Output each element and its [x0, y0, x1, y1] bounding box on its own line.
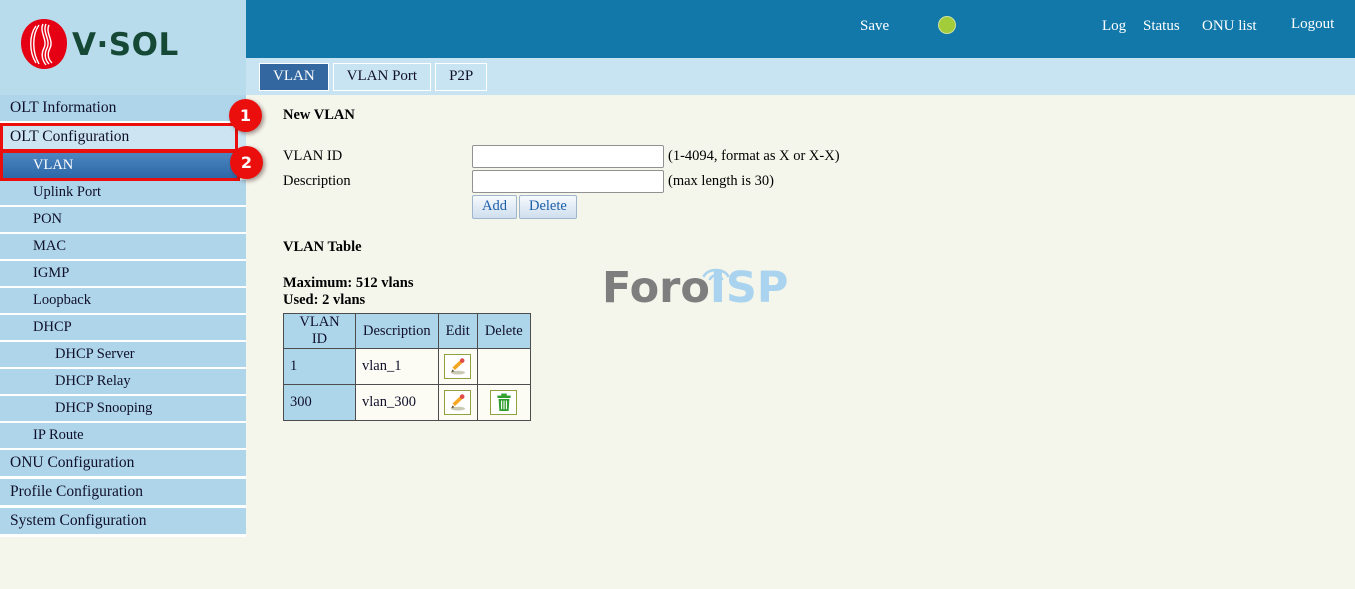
vlan-counts: Maximum: 512 vlans Used: 2 vlans: [283, 275, 1355, 309]
column-header-delete: Delete: [476, 313, 531, 349]
logout-button[interactable]: Logout: [1291, 16, 1334, 33]
pencil-icon: [447, 358, 469, 380]
sidebar-item-ip-route[interactable]: IP Route: [0, 423, 246, 448]
description-cell: vlan_300: [355, 384, 439, 421]
vlan-maximum-label: Maximum: 512 vlans: [283, 275, 414, 291]
sidebar-item-igmp[interactable]: IGMP: [0, 261, 246, 286]
vlan-id-hint: (1-4094, format as X or X-X): [668, 148, 840, 164]
sidebar-item-mac[interactable]: MAC: [0, 234, 246, 259]
edit-vlan-button[interactable]: [444, 354, 472, 380]
sidebar-item-onu-configuration[interactable]: ONU Configuration: [0, 450, 246, 476]
sidebar-nav: OLT Information OLT Configuration VLAN U…: [0, 95, 246, 537]
sidebar-item-olt-information[interactable]: OLT Information: [0, 95, 246, 121]
vlan-used-label: Used: 2 vlans: [283, 292, 366, 308]
brand-name: V·SOL: [72, 27, 179, 63]
pencil-icon: [447, 394, 469, 416]
vlan-id-cell: 300: [283, 384, 356, 421]
edit-cell: [437, 348, 478, 385]
vlan-id-label: VLAN ID: [283, 148, 343, 164]
trash-icon: [493, 393, 515, 416]
status-indicator-dot: [938, 16, 956, 34]
save-button[interactable]: Save: [860, 18, 889, 35]
tab-vlan-port[interactable]: VLAN Port: [332, 63, 432, 91]
main-content: New VLAN VLAN ID (1-4094, format as X or…: [246, 95, 1355, 589]
logo-panel: V·SOL: [0, 0, 246, 95]
add-button[interactable]: Add: [472, 195, 517, 219]
log-link[interactable]: Log: [1102, 18, 1126, 35]
sidebar-item-system-configuration[interactable]: System Configuration: [0, 508, 246, 534]
sidebar-item-dhcp-server[interactable]: DHCP Server: [0, 342, 246, 367]
edit-vlan-button[interactable]: [444, 390, 472, 416]
column-header-edit: Edit: [437, 313, 478, 349]
delete-button[interactable]: Delete: [518, 195, 577, 219]
onu-list-link[interactable]: ONU list: [1202, 18, 1257, 35]
annotation-step-2-badge: 2: [230, 146, 263, 179]
sidebar-item-loopback[interactable]: Loopback: [0, 288, 246, 313]
tab-p2p[interactable]: P2P: [435, 63, 488, 91]
description-input[interactable]: [472, 170, 664, 193]
vlan-table-title: VLAN Table: [283, 239, 362, 255]
column-header-description: Description: [355, 313, 439, 349]
sidebar-item-dhcp[interactable]: DHCP: [0, 315, 246, 340]
sidebar-item-vlan[interactable]: VLAN: [0, 153, 246, 178]
topbar: Save Log Status ONU list Logout: [246, 0, 1355, 58]
annotation-step-1-badge: 1: [229, 99, 262, 132]
new-vlan-form: VLAN ID (1-4094, format as X or X-X) Des…: [283, 144, 1355, 219]
vsol-logo-icon: [19, 18, 69, 75]
tab-strip: VLAN VLAN Port P2P: [246, 58, 1355, 95]
vlan-id-input[interactable]: [472, 145, 664, 168]
delete-cell: [476, 348, 531, 385]
vlan-table: VLAN ID Description Edit Delete 1 vlan_1 30: [283, 313, 531, 421]
new-vlan-title: New VLAN: [283, 107, 355, 123]
edit-cell: [437, 384, 478, 421]
vlan-id-cell: 1: [283, 348, 356, 385]
table-row: 1 vlan_1: [283, 348, 531, 385]
description-label: Description: [283, 173, 351, 189]
column-header-vlan-id: VLAN ID: [283, 313, 356, 349]
delete-vlan-button[interactable]: [490, 390, 518, 416]
sidebar-item-profile-configuration[interactable]: Profile Configuration: [0, 479, 246, 505]
table-row: 300 vlan_300: [283, 384, 531, 421]
sidebar-item-olt-configuration[interactable]: OLT Configuration: [0, 124, 246, 150]
status-link[interactable]: Status: [1143, 18, 1180, 35]
delete-cell: [476, 384, 531, 421]
tab-vlan[interactable]: VLAN: [259, 63, 329, 91]
sidebar-item-dhcp-snooping[interactable]: DHCP Snooping: [0, 396, 246, 421]
description-cell: vlan_1: [355, 348, 439, 385]
sidebar-item-uplink-port[interactable]: Uplink Port: [0, 180, 246, 205]
description-hint: (max length is 30): [668, 173, 774, 189]
sidebar-item-dhcp-relay[interactable]: DHCP Relay: [0, 369, 246, 394]
sidebar-item-pon[interactable]: PON: [0, 207, 246, 232]
